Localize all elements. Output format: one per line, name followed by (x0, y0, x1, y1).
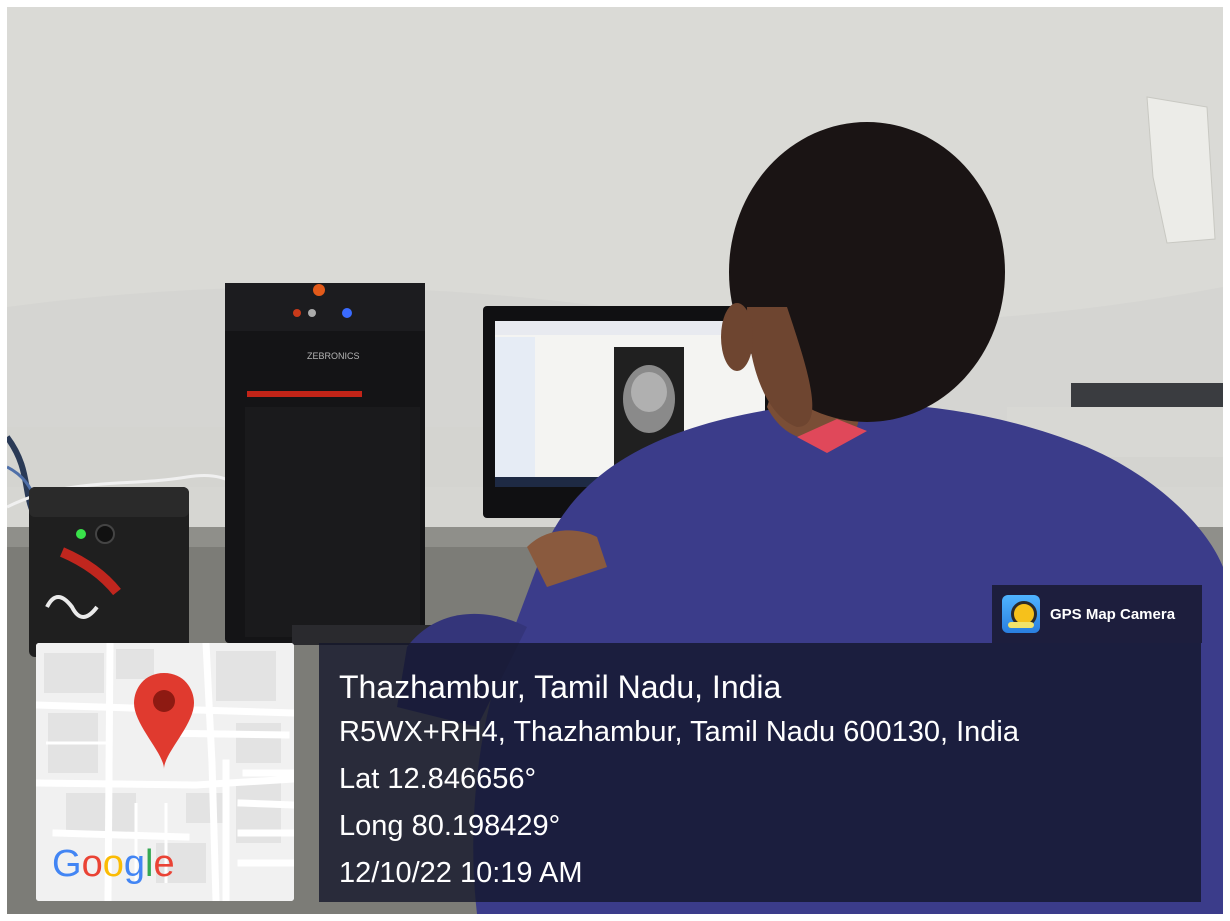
location-map-thumbnail: Google (36, 643, 294, 901)
gps-camera-app-icon (1002, 595, 1040, 633)
location-address: R5WX+RH4, Thazhambur, Tamil Nadu 600130,… (339, 716, 1019, 748)
google-logo-letter: G (52, 843, 82, 885)
gps-camera-badge: GPS Map Camera (992, 585, 1202, 643)
google-logo: Google (52, 843, 175, 886)
google-logo-letter: l (144, 843, 154, 885)
google-logo-letter: o (81, 843, 103, 885)
google-logo-letter: o (102, 843, 124, 885)
google-logo-letter: e (153, 843, 175, 885)
latitude-readout: Lat 12.846656° (339, 763, 537, 795)
capture-timestamp: 12/10/22 10:19 AM (339, 857, 583, 889)
google-logo-letter: g (123, 843, 145, 885)
location-info-panel: Thazhambur, Tamil Nadu, India R5WX+RH4, … (319, 643, 1201, 902)
gps-camera-badge-label: GPS Map Camera (1050, 605, 1176, 623)
photo-frame: ZEBRONICS GPS Map Camera Google Thazhamb… (7, 7, 1223, 914)
cpu-brand-text: ZEBRONICS (307, 351, 360, 361)
longitude-readout: Long 80.198429° (339, 810, 561, 842)
location-title: Thazhambur, Tamil Nadu, India (339, 669, 782, 705)
